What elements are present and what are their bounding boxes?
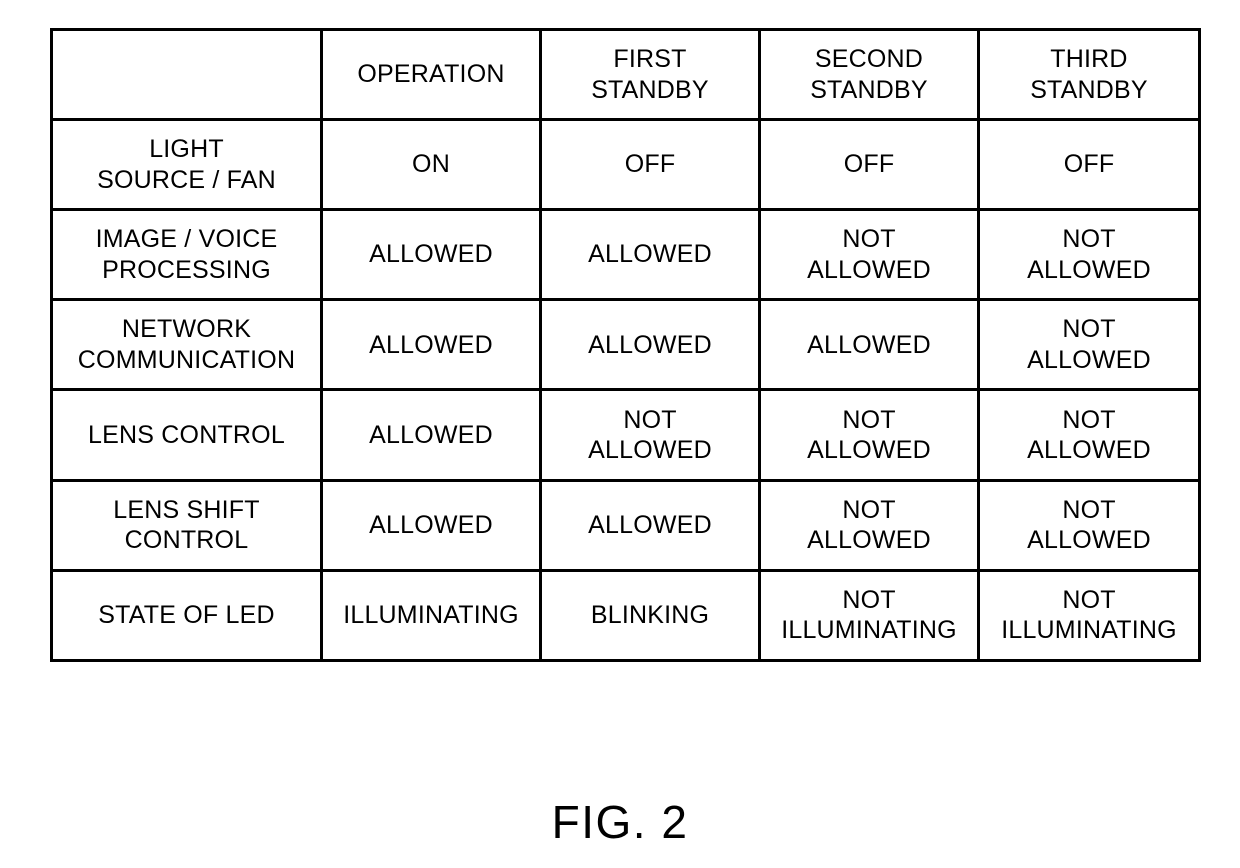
row-label-lens-control: LENS CONTROL — [50, 388, 323, 482]
table-body: LIGHT SOURCE / FAN ON OFF OFF OFF IMAGE … — [50, 117, 1201, 663]
cell-image-voice-processing-third-standby: NOT ALLOWED — [977, 208, 1201, 302]
cell-state-of-led-operation: ILLUMINATING — [320, 568, 542, 663]
cell-lens-control-first-standby: NOT ALLOWED — [539, 388, 761, 482]
table-header: OPERATION FIRST STANDBY SECOND STANDBY T… — [50, 28, 1201, 121]
cell-light-source-fan-third-standby: OFF — [977, 117, 1201, 212]
figure-caption: FIG. 2 — [551, 796, 689, 848]
cell-image-voice-processing-second-standby: NOT ALLOWED — [758, 208, 980, 302]
state-transition-table: OPERATION FIRST STANDBY SECOND STANDBY T… — [50, 28, 1201, 663]
column-header-first-standby: FIRST STANDBY — [539, 28, 761, 121]
column-header-third-standby: THIRD STANDBY — [977, 28, 1201, 121]
cell-lens-shift-control-second-standby: NOT ALLOWED — [758, 478, 980, 572]
row-label-light-source-fan: LIGHT SOURCE / FAN — [50, 117, 323, 212]
table-row: STATE OF LED ILLUMINATING BLINKING NOT I… — [50, 568, 1201, 663]
cell-light-source-fan-second-standby: OFF — [758, 117, 980, 212]
cell-network-communication-third-standby: NOT ALLOWED — [977, 298, 1201, 392]
row-label-state-of-led: STATE OF LED — [50, 568, 323, 663]
cell-network-communication-operation: ALLOWED — [320, 298, 542, 392]
cell-state-of-led-second-standby: NOT ILLUMINATING — [758, 568, 980, 663]
table-corner-cell — [50, 28, 323, 121]
table-row: IMAGE / VOICE PROCESSING ALLOWED ALLOWED… — [50, 208, 1201, 302]
table-row: LENS SHIFT CONTROL ALLOWED ALLOWED NOT A… — [50, 478, 1201, 572]
cell-lens-control-third-standby: NOT ALLOWED — [977, 388, 1201, 482]
table-row: NETWORK COMMUNICATION ALLOWED ALLOWED AL… — [50, 298, 1201, 392]
table-header-row: OPERATION FIRST STANDBY SECOND STANDBY T… — [50, 28, 1201, 121]
cell-image-voice-processing-first-standby: ALLOWED — [539, 208, 761, 302]
figure-sheet: OPERATION FIRST STANDBY SECOND STANDBY T… — [0, 0, 1240, 868]
cell-network-communication-second-standby: ALLOWED — [758, 298, 980, 392]
table-row: LENS CONTROL ALLOWED NOT ALLOWED NOT ALL… — [50, 388, 1201, 482]
column-header-second-standby: SECOND STANDBY — [758, 28, 980, 121]
cell-lens-control-second-standby: NOT ALLOWED — [758, 388, 980, 482]
row-label-image-voice-processing: IMAGE / VOICE PROCESSING — [50, 208, 323, 302]
table-row: LIGHT SOURCE / FAN ON OFF OFF OFF — [50, 117, 1201, 212]
row-label-lens-shift-control: LENS SHIFT CONTROL — [50, 478, 323, 572]
cell-lens-shift-control-third-standby: NOT ALLOWED — [977, 478, 1201, 572]
cell-lens-shift-control-first-standby: ALLOWED — [539, 478, 761, 572]
cell-lens-shift-control-operation: ALLOWED — [320, 478, 542, 572]
cell-light-source-fan-operation: ON — [320, 117, 542, 212]
cell-network-communication-first-standby: ALLOWED — [539, 298, 761, 392]
cell-light-source-fan-first-standby: OFF — [539, 117, 761, 212]
row-label-network-communication: NETWORK COMMUNICATION — [50, 298, 323, 392]
cell-image-voice-processing-operation: ALLOWED — [320, 208, 542, 302]
column-header-operation: OPERATION — [320, 28, 542, 121]
cell-state-of-led-first-standby: BLINKING — [539, 568, 761, 663]
cell-lens-control-operation: ALLOWED — [320, 388, 542, 482]
cell-state-of-led-third-standby: NOT ILLUMINATING — [977, 568, 1201, 663]
